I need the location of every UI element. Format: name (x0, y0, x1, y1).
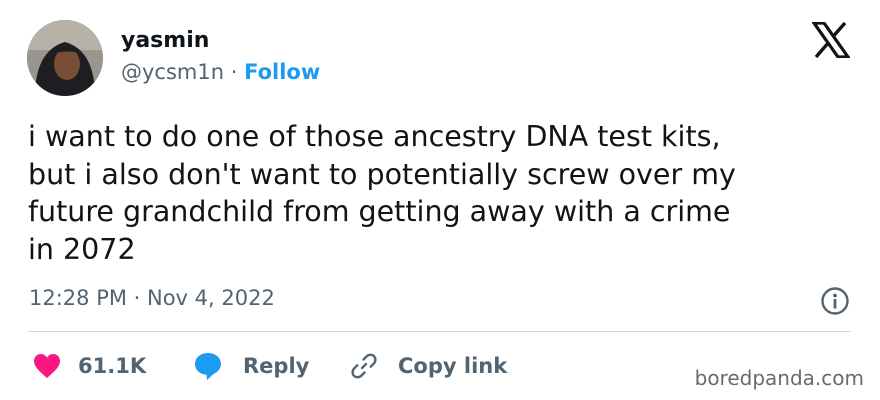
author-handle-row: @ycsm1n · Follow (121, 60, 320, 84)
watermark: boredpanda.com (694, 366, 864, 390)
reply-label: Reply (243, 354, 310, 378)
tweet-text-line: i want to do one of those ancestry DNA t… (28, 120, 721, 153)
heart-icon (34, 354, 60, 378)
author-name[interactable]: yasmin (121, 28, 209, 53)
reply-bubble-icon (195, 353, 221, 380)
reply-button[interactable]: Reply (193, 350, 309, 382)
divider (28, 331, 851, 332)
avatar-image (27, 20, 103, 96)
tweet-timestamp[interactable]: 12:28 PM · Nov 4, 2022 (29, 286, 275, 310)
tweet-text-line: in 2072 (28, 232, 136, 266)
like-button[interactable]: 61.1K (33, 350, 146, 382)
x-logo-icon[interactable] (810, 21, 852, 59)
like-count: 61.1K (78, 354, 147, 378)
avatar[interactable] (27, 20, 103, 96)
handle-separator: · (230, 60, 238, 84)
info-icon[interactable] (820, 286, 850, 316)
link-icon (351, 353, 377, 379)
tweet-text-line: but i also don't want to potentially scr… (28, 157, 736, 191)
copy-link-button[interactable]: Copy link (350, 350, 507, 382)
follow-button[interactable]: Follow (244, 60, 320, 84)
copy-link-label: Copy link (398, 354, 508, 378)
tweet-text-line: future grandchild from getting away with… (28, 195, 731, 228)
tweet-text: i want to do one of those ancestry DNA t… (28, 118, 858, 268)
author-handle[interactable]: @ycsm1n (121, 60, 224, 84)
